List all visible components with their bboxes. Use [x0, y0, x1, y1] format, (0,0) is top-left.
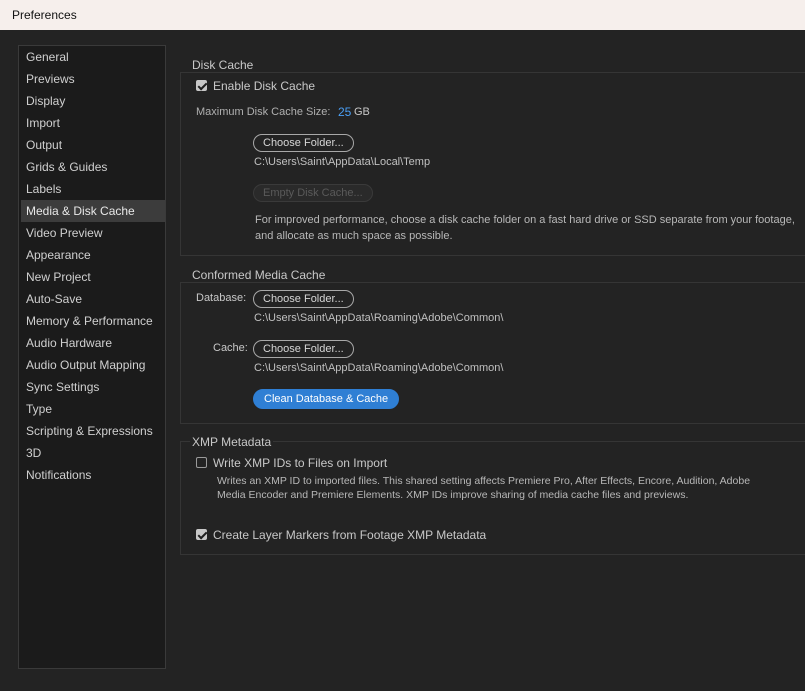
sidebar-item-output[interactable]: Output [21, 134, 165, 156]
title-bar: Preferences [0, 0, 805, 30]
disk-cache-help-text: For improved performance, choose a disk … [255, 214, 795, 242]
clean-database-cache-button[interactable]: Clean Database & Cache [253, 389, 400, 409]
sidebar-item-3d[interactable]: 3D [21, 442, 165, 464]
sidebar-item-auto-save[interactable]: Auto-Save [21, 288, 165, 310]
disk-cache-legend: Disk Cache [190, 58, 256, 72]
layer-markers-checkbox[interactable] [196, 529, 207, 540]
max-cache-size-value[interactable]: 25 [338, 105, 351, 119]
sidebar-item-audio-output-mapping[interactable]: Audio Output Mapping [21, 354, 165, 376]
enable-disk-cache-checkbox[interactable] [196, 80, 207, 91]
conformed-media-cache-legend: Conformed Media Cache [190, 268, 328, 282]
sidebar-item-grids-guides[interactable]: Grids & Guides [21, 156, 165, 178]
sidebar-item-type[interactable]: Type [21, 398, 165, 420]
disk-cache-folder-path: C:\Users\Saint\AppData\Local\Temp [254, 156, 431, 168]
write-xmp-ids-label[interactable]: Write XMP IDs to Files on Import [213, 456, 387, 470]
sidebar-item-appearance[interactable]: Appearance [21, 244, 165, 266]
xmp-metadata-legend: XMP Metadata [190, 435, 274, 449]
sidebar-item-import[interactable]: Import [21, 112, 165, 134]
sidebar-item-display[interactable]: Display [21, 90, 165, 112]
cache-choose-folder-button[interactable]: Choose Folder... [253, 340, 354, 358]
database-label: Database: [196, 292, 247, 304]
write-xmp-ids-checkbox[interactable] [196, 457, 207, 468]
sidebar-item-general[interactable]: General [21, 46, 165, 68]
database-path: C:\Users\Saint\AppData\Roaming\Adobe\Com… [254, 312, 504, 324]
empty-disk-cache-button[interactable]: Empty Disk Cache... [253, 184, 373, 202]
sidebar-item-scripting-expressions[interactable]: Scripting & Expressions [21, 420, 165, 442]
disk-cache-choose-folder-button[interactable]: Choose Folder... [253, 134, 354, 152]
cache-path: C:\Users\Saint\AppData\Roaming\Adobe\Com… [254, 362, 504, 374]
write-xmp-ids-help-text: Writes an XMP ID to imported files. This… [217, 475, 751, 501]
sidebar-item-memory-performance[interactable]: Memory & Performance [21, 310, 165, 332]
sidebar-item-media-disk-cache[interactable]: Media & Disk Cache [21, 200, 165, 222]
database-choose-folder-button[interactable]: Choose Folder... [253, 290, 354, 308]
enable-disk-cache-label[interactable]: Enable Disk Cache [213, 79, 315, 93]
max-cache-size-unit: GB [354, 106, 370, 118]
sidebar-item-new-project[interactable]: New Project [21, 266, 165, 288]
max-cache-size-label: Maximum Disk Cache Size: [196, 106, 331, 118]
window-title: Preferences [12, 8, 77, 22]
sidebar-item-previews[interactable]: Previews [21, 68, 165, 90]
sidebar-item-video-preview[interactable]: Video Preview [21, 222, 165, 244]
preferences-sidebar: General Previews Display Import Output G… [18, 45, 166, 669]
cache-label: Cache: [213, 342, 248, 354]
layer-markers-label[interactable]: Create Layer Markers from Footage XMP Me… [213, 528, 486, 542]
sidebar-item-labels[interactable]: Labels [21, 178, 165, 200]
sidebar-item-sync-settings[interactable]: Sync Settings [21, 376, 165, 398]
sidebar-item-notifications[interactable]: Notifications [21, 464, 165, 486]
sidebar-item-audio-hardware[interactable]: Audio Hardware [21, 332, 165, 354]
